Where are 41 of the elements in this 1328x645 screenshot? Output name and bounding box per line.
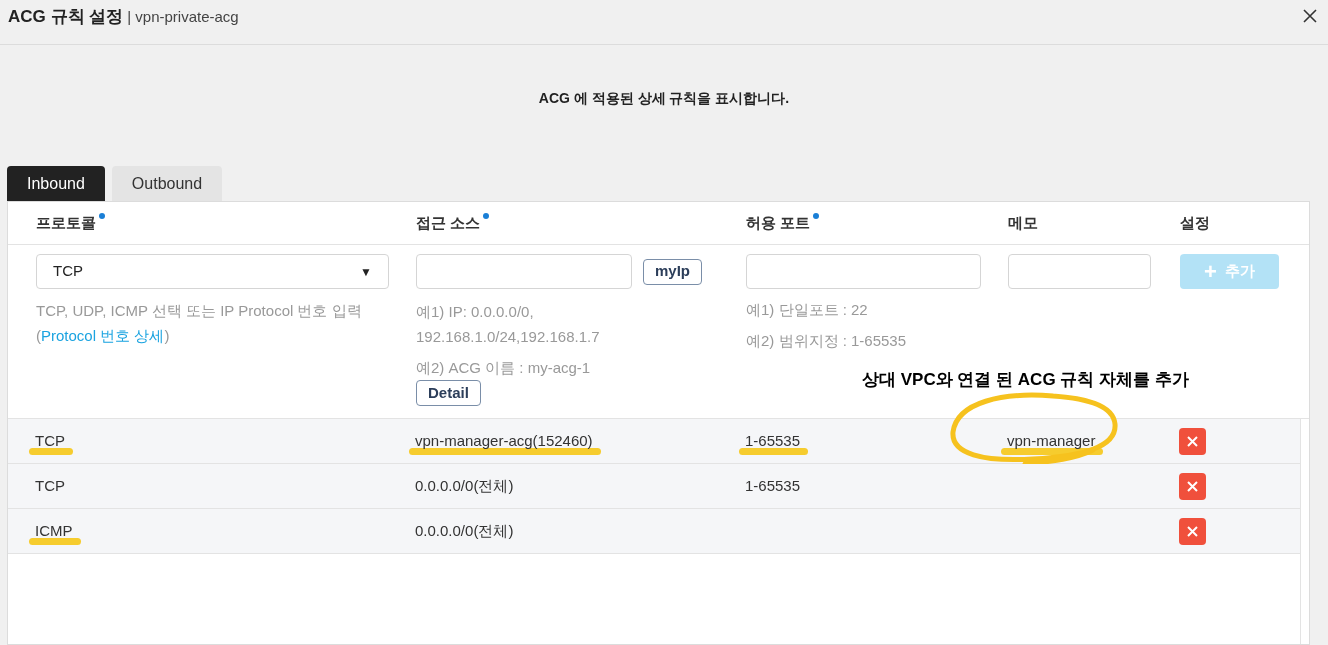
protocol-text: TCP bbox=[35, 432, 65, 449]
column-header: 접근 소스 bbox=[416, 211, 490, 235]
port-text: 1-65535 bbox=[745, 477, 801, 494]
port-help-text: 예2) 범위지정 : 1-65535 bbox=[746, 331, 908, 351]
highlight-mark bbox=[739, 448, 809, 455]
highlight-mark bbox=[29, 448, 73, 455]
delete-button[interactable] bbox=[1179, 517, 1206, 545]
source-text: vpn-manager-acg(152460) bbox=[415, 432, 593, 449]
source-input[interactable] bbox=[416, 254, 632, 289]
protocol-select[interactable]: TCP ▼ bbox=[36, 254, 389, 289]
close-icon bbox=[1187, 435, 1198, 447]
port-help-text: 예1) 단일포트 : 22 bbox=[746, 300, 869, 320]
window-title: ACG 규칙 설정 bbox=[8, 6, 124, 28]
protocol-text: TCP bbox=[35, 477, 65, 494]
source-help-text: 예1) IP: 0.0.0.0/0, 192.168.1.0/24,192.168.1.7 bbox=[416, 302, 601, 347]
annotation-text: 상대 VPC와 연결 된 ACG 규칙 자체를 추가 bbox=[862, 369, 1189, 391]
protocol-help-text: TCP, UDP, ICMP 선택 또는 IP Protocol 번호 입력 (Protocol 번호 상세) bbox=[36, 301, 363, 346]
source-text: 0.0.0.0/0(전체) bbox=[415, 477, 514, 494]
column-header: 설정 bbox=[1180, 212, 1210, 233]
port-text: 1-65535 bbox=[745, 432, 801, 449]
column-header: 프로토콜 bbox=[36, 211, 105, 235]
port-input[interactable] bbox=[746, 254, 981, 289]
column-header: 허용 포트 bbox=[746, 211, 820, 235]
window-subtitle: | vpn-private-acg bbox=[127, 7, 239, 27]
column-header: 메모 bbox=[1008, 212, 1038, 233]
close-icon bbox=[1187, 525, 1198, 537]
close-icon bbox=[1303, 9, 1317, 23]
description-text: ACG 에 적용된 상세 규칙을 표시합니다. bbox=[538, 89, 790, 108]
delete-button[interactable] bbox=[1179, 472, 1206, 500]
protocol-text: ICMP bbox=[35, 522, 73, 539]
memo-text: vpn-manager bbox=[1007, 432, 1096, 449]
detail-button[interactable]: Detail bbox=[416, 380, 481, 406]
tab[interactable]: Outbound bbox=[111, 166, 223, 201]
tab[interactable]: Inbound bbox=[7, 166, 105, 201]
myip-button[interactable]: myIp bbox=[643, 258, 702, 285]
memo-input[interactable] bbox=[1008, 254, 1151, 289]
delete-button[interactable] bbox=[1179, 427, 1206, 455]
source-help-text: 예2) ACG 이름 : my-acg-1 bbox=[416, 358, 592, 378]
source-text: 0.0.0.0/0(전체) bbox=[415, 522, 514, 539]
highlight-mark bbox=[29, 538, 81, 545]
close-icon bbox=[1187, 480, 1198, 492]
